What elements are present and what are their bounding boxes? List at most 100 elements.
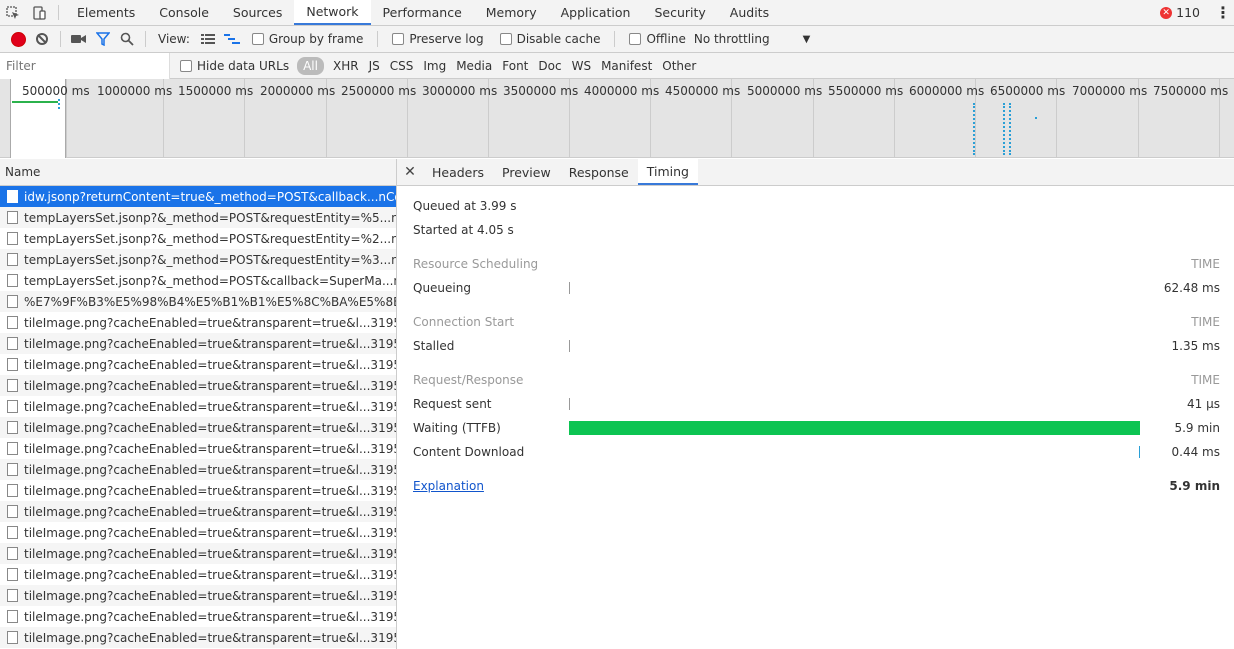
tab-elements[interactable]: Elements: [65, 0, 147, 25]
hide-data-urls-checkbox[interactable]: Hide data URLs: [180, 59, 289, 73]
request-row[interactable]: tileImage.png?cacheEnabled=true&transpar…: [0, 606, 396, 627]
filter-type-js[interactable]: JS: [364, 57, 385, 75]
tab-console[interactable]: Console: [147, 0, 221, 25]
inspect-element-icon[interactable]: [0, 0, 26, 25]
tab-network[interactable]: Network: [294, 0, 371, 25]
checkbox-box[interactable]: [499, 33, 512, 45]
large-rows-button[interactable]: [196, 27, 220, 51]
tab-timing[interactable]: Timing: [637, 159, 698, 185]
disable-cache-checkbox[interactable]: Disable cache: [499, 32, 600, 46]
record-icon: [11, 32, 25, 46]
overview-tick-label: 2000000 ms: [260, 84, 336, 98]
search-button[interactable]: [115, 27, 139, 51]
offline-checkbox[interactable]: Offline: [629, 32, 686, 46]
timing-row-label: Stalled: [413, 339, 455, 353]
overview-toggle-button[interactable]: [220, 27, 244, 51]
tab-sources[interactable]: Sources: [221, 0, 294, 25]
explanation-row: Explanation 5.9 min: [413, 474, 1220, 498]
more-options-icon[interactable]: ⋮: [1212, 0, 1234, 25]
request-row[interactable]: tileImage.png?cacheEnabled=true&transpar…: [0, 438, 396, 459]
request-row[interactable]: tileImage.png?cacheEnabled=true&transpar…: [0, 417, 396, 438]
request-row[interactable]: %E7%9F%B3%E5%98%B4%E5%B1%B1%E5%8C%BA%E5%…: [0, 291, 396, 312]
document-icon: [7, 274, 18, 287]
request-name: %E7%9F%B3%E5%98%B4%E5%B1%B1%E5%8C%BA%E5%…: [24, 294, 396, 309]
request-row[interactable]: tempLayersSet.jsonp?&_method=POST&reques…: [0, 228, 396, 249]
overview-blue-marker: [58, 99, 60, 109]
document-icon: [7, 211, 18, 224]
request-name: tileImage.png?cacheEnabled=true&transpar…: [24, 378, 396, 393]
filter-button[interactable]: [91, 27, 115, 51]
request-row[interactable]: tempLayersSet.jsonp?&_method=POST&reques…: [0, 249, 396, 270]
request-row[interactable]: tileImage.png?cacheEnabled=true&transpar…: [0, 627, 396, 648]
devtools-tab-bar: Elements Console Sources Network Perform…: [0, 0, 1234, 26]
clear-button[interactable]: [30, 27, 54, 51]
name-column-header[interactable]: Name: [0, 159, 396, 186]
tab-memory[interactable]: Memory: [474, 0, 549, 25]
checkbox-box[interactable]: [180, 59, 192, 72]
group-by-frame-checkbox[interactable]: Group by frame: [251, 32, 363, 46]
document-icon: [7, 484, 18, 497]
document-icon: [7, 589, 18, 602]
filter-input[interactable]: [0, 52, 170, 79]
filter-type-font[interactable]: Font: [497, 57, 533, 75]
tab-headers[interactable]: Headers: [423, 159, 493, 185]
tab-audits[interactable]: Audits: [718, 0, 781, 25]
request-rows: idw.jsonp?returnContent=true&_method=POS…: [0, 186, 396, 648]
record-button[interactable]: [6, 27, 30, 51]
filter-type-ws[interactable]: WS: [567, 57, 596, 75]
request-row[interactable]: tempLayersSet.jsonp?&_method=POST&callba…: [0, 270, 396, 291]
request-row[interactable]: tileImage.png?cacheEnabled=true&transpar…: [0, 375, 396, 396]
overview-tick-label: 7500000 ms: [1153, 84, 1229, 98]
request-row[interactable]: tileImage.png?cacheEnabled=true&transpar…: [0, 396, 396, 417]
tab-performance[interactable]: Performance: [371, 0, 474, 25]
document-icon: [7, 253, 18, 266]
request-row[interactable]: tileImage.png?cacheEnabled=true&transpar…: [0, 585, 396, 606]
overview-request-marker: [973, 103, 975, 155]
error-count: 110: [1176, 5, 1200, 20]
device-toolbar-icon[interactable]: [26, 0, 52, 25]
detail-tab-bar: ✕ Headers Preview Response Timing: [397, 159, 1234, 186]
throttling-value: No throttling: [693, 32, 770, 46]
overview-tick-label: 5500000 ms: [828, 84, 904, 98]
request-row[interactable]: tileImage.png?cacheEnabled=true&transpar…: [0, 354, 396, 375]
close-icon[interactable]: ✕: [397, 159, 423, 185]
request-row[interactable]: tileImage.png?cacheEnabled=true&transpar…: [0, 333, 396, 354]
checkbox-box[interactable]: [629, 33, 642, 45]
tab-preview[interactable]: Preview: [493, 159, 560, 185]
filter-type-doc[interactable]: Doc: [533, 57, 566, 75]
request-row[interactable]: tileImage.png?cacheEnabled=true&transpar…: [0, 564, 396, 585]
document-icon: [7, 190, 18, 203]
hide-data-urls-label: Hide data URLs: [197, 58, 290, 73]
stalled-bar: [569, 340, 570, 352]
request-row[interactable]: idw.jsonp?returnContent=true&_method=POS…: [0, 186, 396, 207]
request-row[interactable]: tileImage.png?cacheEnabled=true&transpar…: [0, 543, 396, 564]
filter-type-xhr[interactable]: XHR: [328, 57, 364, 75]
throttling-select[interactable]: No throttling ▼: [694, 32, 810, 46]
request-row[interactable]: tileImage.png?cacheEnabled=true&transpar…: [0, 501, 396, 522]
checkbox-box[interactable]: [251, 33, 264, 45]
error-counter[interactable]: ✕ 110: [1160, 0, 1212, 25]
request-row[interactable]: tileImage.png?cacheEnabled=true&transpar…: [0, 312, 396, 333]
preserve-log-checkbox[interactable]: Preserve log: [392, 32, 484, 46]
request-row[interactable]: tempLayersSet.jsonp?&_method=POST&reques…: [0, 207, 396, 228]
filter-type-css[interactable]: CSS: [385, 57, 419, 75]
filter-type-other[interactable]: Other: [657, 57, 701, 75]
filter-type-media[interactable]: Media: [451, 57, 497, 75]
tab-application[interactable]: Application: [549, 0, 643, 25]
filter-type-img[interactable]: Img: [418, 57, 451, 75]
overview-tick-label: 1000000 ms: [97, 84, 173, 98]
overview-tick-label: 6000000 ms: [909, 84, 985, 98]
network-overview[interactable]: 500000 ms 1000000 ms 1500000 ms 2000000 …: [0, 79, 1234, 158]
tab-security[interactable]: Security: [642, 0, 717, 25]
filter-type-all[interactable]: All: [297, 56, 324, 75]
explanation-link[interactable]: Explanation: [413, 479, 484, 493]
toolbar-separator: [614, 31, 616, 47]
filter-type-manifest[interactable]: Manifest: [596, 57, 657, 75]
request-row[interactable]: tileImage.png?cacheEnabled=true&transpar…: [0, 480, 396, 501]
checkbox-box[interactable]: [392, 33, 405, 45]
request-row[interactable]: tileImage.png?cacheEnabled=true&transpar…: [0, 522, 396, 543]
request-row[interactable]: tileImage.png?cacheEnabled=true&transpar…: [0, 459, 396, 480]
request-name: tileImage.png?cacheEnabled=true&transpar…: [24, 462, 396, 477]
tab-response[interactable]: Response: [560, 159, 638, 185]
capture-screenshots-button[interactable]: [67, 27, 91, 51]
